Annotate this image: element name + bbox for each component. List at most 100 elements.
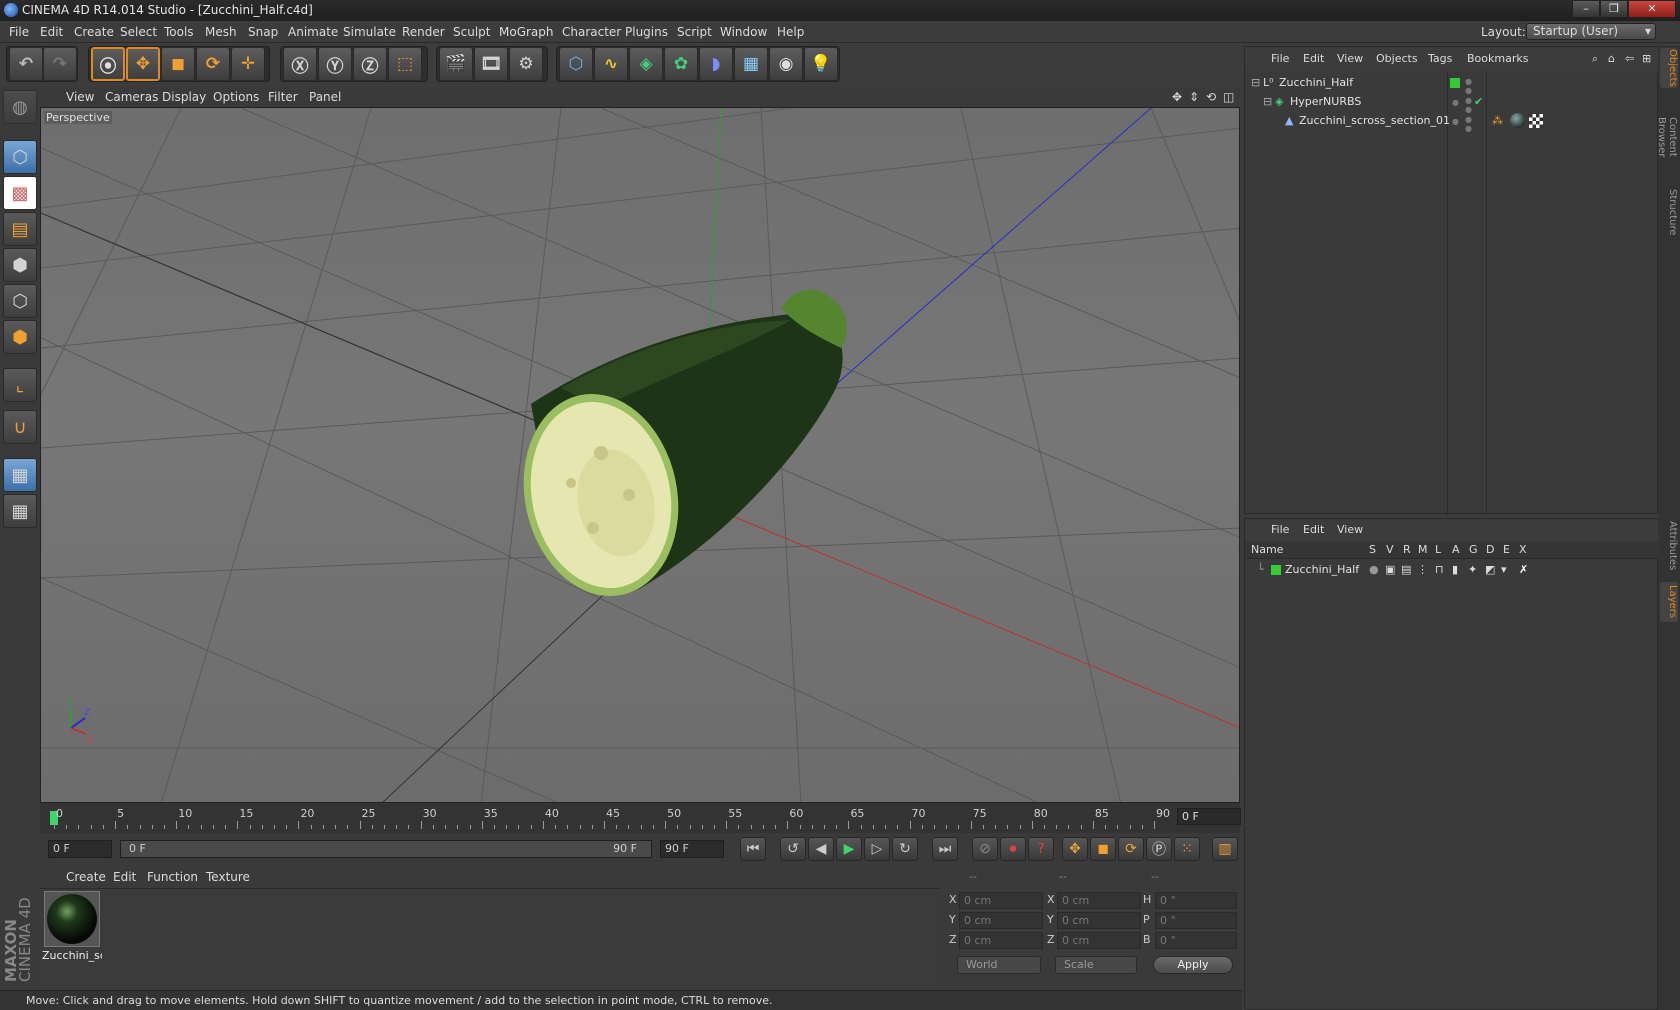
object-row-hypernurbs[interactable]: ⊟ ◈ HyperNURBS ● ● ● ✔ (1245, 92, 1659, 114)
snapping-icon[interactable]: ∪ (3, 410, 37, 444)
undo-icon[interactable]: ↶ (9, 47, 43, 81)
menu-mesh[interactable]: Mesh (205, 25, 237, 39)
zoom-view-icon[interactable]: ⇕ (1189, 90, 1199, 104)
lock-toggle-icon[interactable]: ⊓ (1435, 563, 1444, 576)
objects-menu-tags[interactable]: Tags (1428, 52, 1452, 65)
layers-menu-file[interactable]: File (1271, 523, 1289, 536)
enabled-check-icon[interactable]: ✔ (1474, 95, 1483, 108)
tab-layers[interactable]: Layers (1660, 582, 1678, 622)
workplane-lock-icon[interactable]: ▦ (3, 458, 37, 492)
layout-select[interactable]: Startup (User) ▾ (1526, 23, 1656, 40)
menu-mograph[interactable]: MoGraph (499, 25, 554, 39)
toggle-views-icon[interactable]: ◫ (1223, 90, 1234, 104)
layer-col-view[interactable]: V (1386, 543, 1394, 556)
back-icon[interactable]: ⇦ (1625, 52, 1634, 65)
tab-attributes[interactable]: Attributes (1660, 518, 1678, 574)
maximize-icon[interactable]: ❐ (1600, 0, 1628, 18)
preview-range-slider[interactable]: 0 F 90 F (120, 840, 652, 858)
size-y-field[interactable]: 0 cm (1057, 912, 1141, 929)
tab-structure[interactable]: Structure (1660, 186, 1678, 238)
move-view-icon[interactable]: ✥ (1172, 90, 1182, 104)
deformer-icon[interactable]: ◗ (699, 47, 733, 81)
start-frame-field[interactable]: 0 F (48, 840, 112, 858)
menu-window[interactable]: Window (720, 25, 767, 39)
layer-col-xref[interactable]: X (1519, 543, 1527, 556)
menu-help[interactable]: Help (777, 25, 804, 39)
go-to-start-icon[interactable]: ⏮ (740, 837, 766, 861)
object-row-zucchini-section[interactable]: ▲ Zucchini_scross_section_01 ● ● ● ⁂ (1245, 111, 1659, 133)
home-icon[interactable]: ⌂ (1608, 52, 1615, 65)
next-key-icon[interactable]: ↻ (892, 837, 918, 861)
viewport-menu-display[interactable]: Display (162, 90, 206, 104)
tab-objects[interactable]: Objects (1660, 48, 1678, 88)
objects-menu-view[interactable]: View (1337, 52, 1363, 65)
array-icon[interactable]: ✿ (664, 47, 698, 81)
visibility-dots-icon[interactable]: ● ● (1465, 115, 1472, 133)
cube-icon[interactable]: ⬡ (559, 47, 593, 81)
workplane-icon[interactable]: ▤ (3, 212, 37, 246)
z-axis-lock-icon[interactable]: Ⓩ (353, 47, 387, 81)
y-axis-lock-icon[interactable]: Ⓨ (318, 47, 352, 81)
workplane-rotate-icon[interactable]: ▦ (3, 494, 37, 528)
render-view-icon[interactable]: 🎬 (439, 47, 473, 81)
layers-menu-edit[interactable]: Edit (1303, 523, 1324, 536)
xref-toggle-icon[interactable]: ✗ (1519, 563, 1528, 576)
axis-mode-icon[interactable]: ⌞ (3, 368, 37, 402)
viewport-menu-panel[interactable]: Panel (309, 90, 341, 104)
timeline-ruler[interactable]: 0 5 10 15 20 25 30 35 40 45 50 55 60 65 70 75 80 85 90 0 F (40, 803, 1241, 833)
next-frame-icon[interactable]: ▷ (864, 837, 890, 861)
search-icon[interactable]: ⌕ (1592, 52, 1598, 66)
minimize-icon[interactable]: – (1572, 0, 1600, 18)
last-tool-icon[interactable]: ✛ (231, 47, 265, 81)
menu-select[interactable]: Select (120, 25, 157, 39)
material-menu-texture[interactable]: Texture (206, 870, 250, 884)
collapse-icon[interactable]: ⊟ (1263, 95, 1272, 108)
light-icon[interactable]: 💡 (804, 47, 838, 81)
layer-col-animation[interactable]: A (1452, 543, 1460, 556)
record-keys-disabled-icon[interactable]: ⊘ (972, 837, 998, 861)
material-menu-edit[interactable]: Edit (113, 870, 136, 884)
layer-col-deformers[interactable]: D (1486, 543, 1494, 556)
layer-col-manager[interactable]: M (1418, 543, 1428, 556)
floor-icon[interactable]: ▦ (734, 47, 768, 81)
material-menu-function[interactable]: Function (147, 870, 198, 884)
key-pla-icon[interactable]: ⁙ (1174, 837, 1200, 861)
menu-create[interactable]: Create (74, 25, 114, 39)
generators-toggle-icon[interactable]: ✦ (1468, 563, 1477, 576)
model-mode-icon[interactable]: ⬡ (3, 140, 37, 174)
rot-b-field[interactable]: 0 ° (1155, 932, 1237, 949)
layer-color-swatch[interactable] (1271, 565, 1281, 575)
apply-button[interactable]: Apply (1153, 956, 1233, 974)
material-tag-icon[interactable] (1510, 113, 1525, 128)
tab-content-browser[interactable]: Content Browser (1656, 96, 1678, 178)
live-selection-icon[interactable]: ⦿ (91, 47, 125, 81)
menu-render[interactable]: Render (402, 25, 445, 39)
menu-tools[interactable]: Tools (164, 25, 194, 39)
menu-sculpt[interactable]: Sculpt (453, 25, 490, 39)
autokeying-icon[interactable]: ⏺ (1000, 837, 1026, 861)
previous-key-icon[interactable]: ↺ (780, 837, 806, 861)
pos-x-field[interactable]: 0 cm (959, 892, 1043, 909)
render-settings-icon[interactable]: ⚙ (509, 47, 543, 81)
solo-toggle-icon[interactable]: ● (1369, 563, 1379, 576)
objects-menu-bookmarks[interactable]: Bookmarks (1467, 52, 1528, 65)
layer-col-locked[interactable]: L (1435, 543, 1441, 556)
viewport-menu-options[interactable]: Options (213, 90, 259, 104)
view-toggle-icon[interactable]: ▣ (1385, 563, 1395, 576)
key-position-icon[interactable]: ✥ (1062, 837, 1088, 861)
nurbs-icon[interactable]: ◈ (629, 47, 663, 81)
close-icon[interactable]: ✕ (1628, 0, 1676, 18)
rotate-tool-icon[interactable]: ⟳ (196, 47, 230, 81)
objects-menu-objects[interactable]: Objects (1376, 52, 1418, 65)
make-editable-icon[interactable]: ◍ (3, 90, 37, 124)
collapse-icon[interactable]: ⊟ (1251, 76, 1260, 89)
deformers-toggle-icon[interactable]: ◩ (1485, 563, 1495, 576)
menu-file[interactable]: File (9, 25, 29, 39)
objects-menu-file[interactable]: File (1271, 52, 1289, 65)
uvw-tag-icon[interactable] (1529, 114, 1543, 128)
animation-toggle-icon[interactable]: ▮ (1452, 563, 1458, 576)
layer-col-name[interactable]: Name (1251, 543, 1283, 556)
size-x-field[interactable]: 0 cm (1057, 892, 1141, 909)
phong-tag-icon[interactable]: ⁂ (1492, 114, 1503, 127)
viewport-menu-view[interactable]: View (66, 90, 94, 104)
